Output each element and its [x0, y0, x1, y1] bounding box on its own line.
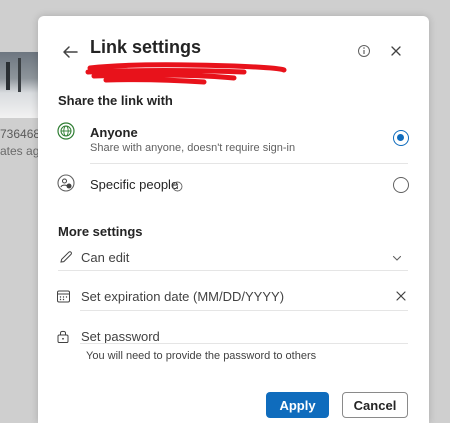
lock-icon — [57, 330, 69, 343]
option-anyone-subtitle: Share with anyone, doesn't require sign-… — [90, 142, 296, 154]
radio-anyone[interactable] — [393, 130, 409, 146]
pencil-icon — [60, 251, 72, 263]
expiration-divider — [80, 310, 408, 311]
more-settings-label: More settings — [58, 224, 143, 239]
calendar-icon — [57, 290, 70, 303]
chevron-down-icon — [392, 255, 402, 261]
cancel-button[interactable]: Cancel — [342, 392, 408, 418]
info-button[interactable] — [356, 43, 372, 59]
redaction-scribble — [85, 62, 287, 85]
option-specific-people-title: Specific people — [90, 177, 179, 192]
expiration-date-field[interactable]: Set expiration date (MM/DD/YYYY) — [56, 285, 408, 309]
apply-button[interactable]: Apply — [266, 392, 329, 418]
password-placeholder: Set password — [81, 329, 160, 344]
close-icon — [391, 46, 401, 56]
specific-people-info-icon[interactable] — [172, 179, 183, 192]
password-note: You will need to provide the password to… — [86, 350, 317, 362]
back-button[interactable] — [58, 40, 82, 64]
permission-divider — [58, 270, 408, 271]
radio-specific-people[interactable] — [393, 177, 409, 193]
option-anyone[interactable]: Anyone Share with anyone, doesn't requir… — [38, 116, 429, 162]
permission-dropdown[interactable]: Can edit — [58, 245, 408, 269]
password-divider — [80, 343, 408, 344]
clear-date-icon[interactable] — [395, 290, 407, 302]
background-thumbnail — [0, 52, 38, 118]
option-anyone-title: Anyone — [90, 125, 138, 140]
expiration-date-placeholder: Set expiration date (MM/DD/YYYY) — [81, 289, 285, 304]
globe-icon — [57, 122, 75, 140]
password-field[interactable]: Set password — [56, 325, 408, 349]
info-icon — [358, 45, 370, 57]
dialog-title: Link settings — [90, 37, 202, 57]
option-specific-people[interactable]: Specific people — [38, 168, 429, 202]
link-settings-dialog: Link settings Share the link with Anyone… — [38, 16, 429, 423]
arrow-left-icon — [63, 46, 78, 58]
people-icon — [57, 174, 75, 192]
share-section-label: Share the link with — [58, 93, 173, 108]
option-divider — [90, 163, 408, 164]
permission-value: Can edit — [81, 250, 130, 265]
close-button[interactable] — [388, 43, 404, 59]
